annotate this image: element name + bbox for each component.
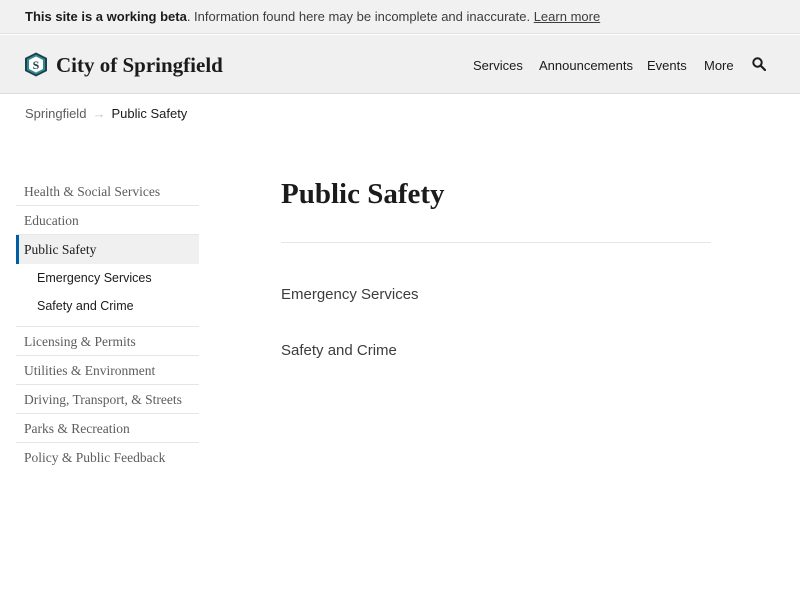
city-seal-icon[interactable]: S bbox=[24, 52, 48, 77]
sidenav-item-licensing-permits[interactable]: Licensing & Permits bbox=[16, 327, 199, 356]
sidenav-item-utilities-environment[interactable]: Utilities & Environment bbox=[16, 356, 199, 385]
beta-banner: This site is a working beta. Information… bbox=[0, 0, 800, 34]
nav-events[interactable]: Events bbox=[647, 56, 687, 76]
breadcrumb: Springfield → Public Safety bbox=[25, 105, 187, 123]
sidenav-item-driving-transport-streets[interactable]: Driving, Transport, & Streets bbox=[16, 385, 199, 414]
sidenav-item-education[interactable]: Education bbox=[16, 206, 199, 235]
title-divider bbox=[281, 242, 711, 243]
breadcrumb-current: Public Safety bbox=[111, 106, 188, 121]
sidenav-subgroup: Emergency Services Safety and Crime bbox=[16, 264, 199, 327]
sidenav-item-public-safety[interactable]: Public Safety bbox=[16, 235, 199, 264]
beta-banner-text: . Information found here may be incomple… bbox=[186, 9, 534, 24]
site-title[interactable]: City of Springfield bbox=[56, 52, 223, 78]
content-link-emergency-services[interactable]: Emergency Services bbox=[281, 285, 419, 305]
sidenav-item-policy-feedback[interactable]: Policy & Public Feedback bbox=[16, 443, 199, 472]
page-title: Public Safety bbox=[281, 178, 445, 210]
svg-text:S: S bbox=[33, 58, 40, 72]
beta-banner-bold: This site is a working beta bbox=[25, 9, 187, 24]
nav-announcements[interactable]: Announcements bbox=[539, 56, 633, 76]
sidenav-subitem-emergency-services[interactable]: Emergency Services bbox=[16, 264, 199, 292]
sidenav-item-health-social-services[interactable]: Health & Social Services bbox=[16, 177, 199, 206]
learn-more-link[interactable]: Learn more bbox=[534, 9, 600, 24]
nav-more[interactable]: More bbox=[704, 56, 734, 76]
content-link-safety-crime[interactable]: Safety and Crime bbox=[281, 341, 397, 361]
nav-services[interactable]: Services bbox=[473, 56, 523, 76]
sidenav-item-parks-recreation[interactable]: Parks & Recreation bbox=[16, 414, 199, 443]
side-navigation: Health & Social Services Education Publi… bbox=[16, 177, 199, 472]
sidenav-subitem-safety-crime[interactable]: Safety and Crime bbox=[16, 292, 199, 320]
site-header: S City of Springfield Services Announcem… bbox=[0, 35, 800, 94]
breadcrumb-home[interactable]: Springfield bbox=[25, 106, 86, 121]
search-icon[interactable] bbox=[752, 57, 766, 71]
breadcrumb-arrow-icon: → bbox=[92, 106, 106, 121]
